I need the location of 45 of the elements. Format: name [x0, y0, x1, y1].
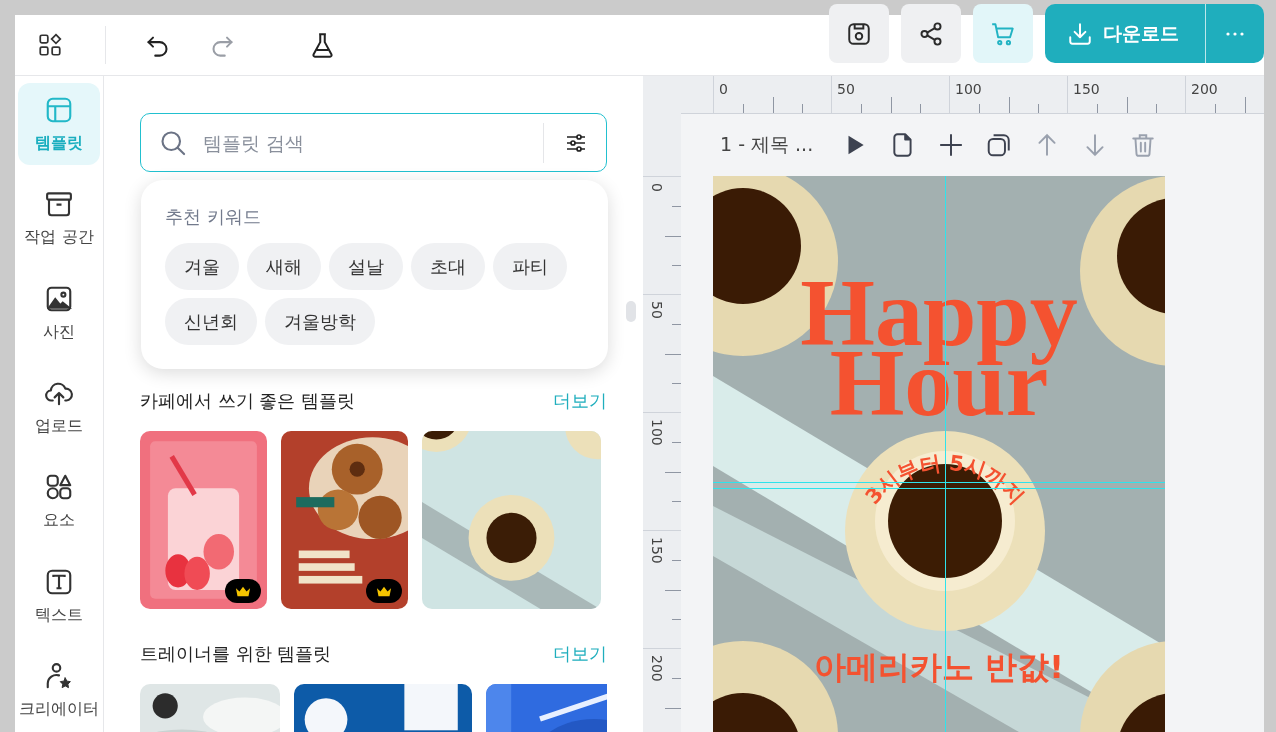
user-star-icon [44, 661, 74, 692]
ruler-label: 200 [1191, 81, 1218, 97]
save-button[interactable] [829, 4, 889, 63]
ruler-label: 150 [1073, 81, 1100, 97]
crown-icon [235, 585, 251, 597]
keyword-chip[interactable]: 파티 [493, 243, 567, 290]
share-button[interactable] [901, 4, 961, 63]
more-icon [1225, 31, 1245, 36]
ruler-label: 0 [649, 183, 665, 192]
page-title[interactable]: 1 - 제목 ... [720, 132, 838, 158]
section-title: 트레이너를 위한 템플릿 [140, 642, 332, 666]
search-input[interactable]: 템플릿 검색 [201, 130, 523, 155]
crown-icon [376, 585, 392, 597]
copy-icon[interactable] [986, 132, 1012, 158]
scrollbar-thumb[interactable] [626, 301, 636, 322]
share-icon [918, 20, 944, 47]
flask-icon[interactable] [309, 31, 336, 59]
ruler-label: 150 [649, 537, 665, 564]
keyword-chip[interactable]: 초대 [411, 243, 485, 290]
cart-icon [990, 20, 1016, 47]
sidebar-item[interactable]: 작업 공간 [18, 177, 100, 260]
plus-icon[interactable] [938, 132, 964, 158]
section-title: 카페에서 쓰기 좋은 템플릿 [140, 389, 356, 413]
search-field[interactable]: 템플릿 검색 [140, 113, 607, 172]
sidebar-item[interactable]: 크리에이터 [18, 649, 100, 732]
ruler-label: 50 [649, 301, 665, 319]
keyword-chip[interactable]: 겨울방학 [265, 298, 375, 345]
search-icon [159, 128, 187, 157]
sidebar-item[interactable]: 사진 [18, 271, 100, 355]
popover-title: 추천 키워드 [165, 205, 262, 229]
grid-icon[interactable] [37, 32, 63, 58]
ruler-label: 100 [955, 81, 982, 97]
download-icon [1067, 20, 1093, 47]
save-icon [846, 20, 872, 47]
sidebar-item[interactable]: 텍스트 [18, 555, 100, 638]
keyword-chip[interactable]: 새해 [247, 243, 321, 290]
keyword-chip[interactable]: 설날 [329, 243, 403, 290]
keyword-chip[interactable]: 겨울 [165, 243, 239, 290]
sidebar-item[interactable]: 요소 [18, 460, 100, 544]
ruler-label: 100 [649, 419, 665, 446]
keyword-chip[interactable]: 신년회 [165, 298, 257, 345]
ruler-label: 50 [837, 81, 855, 97]
sidebar-item[interactable]: 업로드 [18, 366, 100, 449]
ruler-label: 200 [649, 655, 665, 682]
ruler-label: 0 [719, 81, 728, 97]
